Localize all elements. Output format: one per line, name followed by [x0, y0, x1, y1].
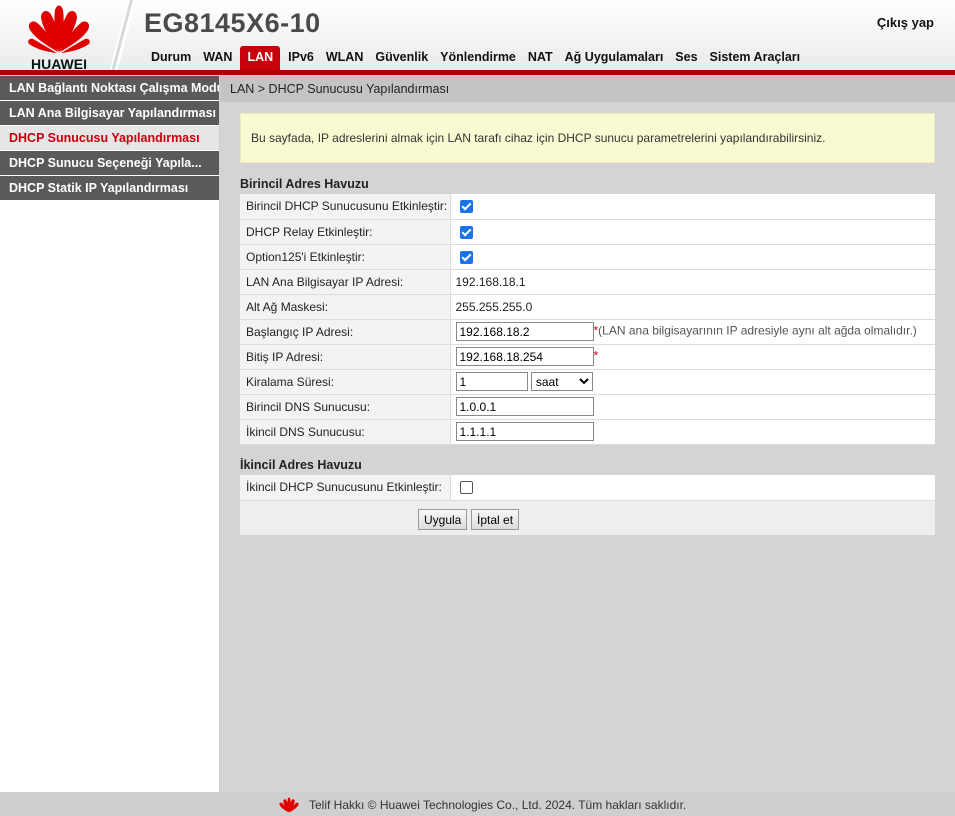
header-divider [108, 0, 136, 75]
cancel-button[interactable]: İptal et [471, 509, 520, 530]
footer: Telif Hakkı © Huawei Technologies Co., L… [0, 792, 955, 816]
relay-enable-label: DHCP Relay Etkinleştir: [240, 219, 451, 245]
copyright-text: Telif Hakkı © Huawei Technologies Co., L… [309, 798, 687, 812]
tab-ag-uygulamalari[interactable]: Ağ Uygulamaları [559, 46, 670, 70]
subnet-mask-value: 255.255.255.0 [450, 294, 935, 320]
huawei-small-logo-icon [279, 797, 299, 813]
apply-button[interactable]: Uygula [418, 509, 468, 530]
start-ip-input[interactable] [455, 322, 594, 341]
sidebar-item-lan-host-config[interactable]: LAN Ana Bilgisayar Yapılandırması [0, 101, 219, 126]
tab-wlan[interactable]: WLAN [320, 46, 370, 70]
breadcrumb: LAN > DHCP Sunucusu Yapılandırması [220, 76, 955, 102]
tab-lan[interactable]: LAN [240, 46, 281, 70]
table-row: İkincil DNS Sunucusu: [240, 419, 935, 445]
huawei-logo: HUAWEI [0, 0, 118, 75]
table-row: Başlangıç IP Adresi: *(LAN ana bilgisaya… [240, 319, 935, 345]
table-row: Birincil DNS Sunucusu: [240, 394, 935, 420]
required-mark: * [593, 348, 599, 363]
info-box: Bu sayfada, IP adreslerini almak için LA… [240, 113, 935, 163]
sidebar-item-dhcp-server-config[interactable]: DHCP Sunucusu Yapılandırması [0, 126, 219, 151]
table-row: İkincil DHCP Sunucusunu Etkinleştir: [240, 475, 935, 501]
logout-link[interactable]: Çıkış yap [877, 15, 934, 30]
secondary-pool-table: İkincil DHCP Sunucusunu Etkinleştir: [240, 475, 935, 501]
button-bar: Uygula İptal et [240, 501, 935, 535]
secondary-pool-title: İkincil Adres Havuzu [240, 458, 362, 472]
option125-checkbox[interactable] [459, 250, 473, 264]
primary-dns-label: Birincil DNS Sunucusu: [240, 394, 451, 420]
secondary-dns-input[interactable] [455, 422, 594, 441]
table-row: Kiralama Süresi: saat [240, 369, 935, 395]
tab-nat[interactable]: NAT [522, 46, 559, 70]
table-row: Option125'i Etkinleştir: [240, 244, 935, 270]
lease-unit-select[interactable]: saat [530, 372, 593, 391]
tab-durum[interactable]: Durum [145, 46, 197, 70]
sidebar: LAN Bağlantı Noktası Çalışma Modu LAN An… [0, 76, 220, 792]
primary-pool-table: Birincil DHCP Sunucusunu Etkinleştir: DH… [240, 194, 935, 445]
end-ip-label: Bitiş IP Adresi: [240, 344, 451, 370]
table-row: Bitiş IP Adresi: * [240, 344, 935, 370]
main-nav: Durum WAN LAN IPv6 WLAN Güvenlik Yönlend… [145, 46, 806, 70]
sidebar-item-lan-port-mode[interactable]: LAN Bağlantı Noktası Çalışma Modu [0, 76, 219, 101]
tab-ses[interactable]: Ses [669, 46, 703, 70]
tab-yonlendirme[interactable]: Yönlendirme [434, 46, 522, 70]
header: HUAWEI EG8145X6-10 Çıkış yap Durum WAN L… [0, 0, 955, 76]
tab-ipv6[interactable]: IPv6 [282, 46, 320, 70]
tab-wan[interactable]: WAN [197, 46, 238, 70]
host-ip-value: 192.168.18.1 [450, 269, 935, 295]
lease-time-label: Kiralama Süresi: [240, 369, 451, 395]
table-row: Birincil DHCP Sunucusunu Etkinleştir: [240, 194, 935, 220]
primary-enable-label: Birincil DHCP Sunucusunu Etkinleştir: [240, 194, 451, 220]
secondary-dns-label: İkincil DNS Sunucusu: [240, 419, 451, 445]
primary-enable-checkbox[interactable] [459, 200, 473, 214]
sidebar-item-dhcp-static-ip[interactable]: DHCP Statik IP Yapılandırması [0, 176, 219, 201]
table-row: DHCP Relay Etkinleştir: [240, 219, 935, 245]
end-ip-input[interactable] [455, 347, 594, 366]
lease-time-input[interactable] [455, 372, 528, 391]
start-ip-label: Başlangıç IP Adresi: [240, 319, 451, 345]
primary-dns-input[interactable] [455, 397, 594, 416]
tab-sistem-araclari[interactable]: Sistem Araçları [704, 46, 807, 70]
device-title: EG8145X6-10 [144, 8, 321, 38]
subnet-mask-label: Alt Ağ Maskesi: [240, 294, 451, 320]
main-content: LAN > DHCP Sunucusu Yapılandırması Bu sa… [220, 76, 955, 792]
huawei-flower-icon [28, 5, 90, 53]
secondary-enable-checkbox[interactable] [459, 481, 473, 495]
table-row: LAN Ana Bilgisayar IP Adresi: 192.168.18… [240, 269, 935, 295]
secondary-enable-label: İkincil DHCP Sunucusunu Etkinleştir: [240, 475, 451, 501]
tab-guvenlik[interactable]: Güvenlik [369, 46, 434, 70]
primary-pool-title: Birincil Adres Havuzu [240, 177, 369, 191]
start-ip-hint: (LAN ana bilgisayarının IP adresiyle ayn… [598, 323, 917, 338]
sidebar-item-dhcp-server-option[interactable]: DHCP Sunucu Seçeneği Yapıla... [0, 151, 219, 176]
host-ip-label: LAN Ana Bilgisayar IP Adresi: [240, 269, 451, 295]
relay-enable-checkbox[interactable] [459, 225, 473, 239]
option125-label: Option125'i Etkinleştir: [240, 244, 451, 270]
table-row: Alt Ağ Maskesi: 255.255.255.0 [240, 294, 935, 320]
